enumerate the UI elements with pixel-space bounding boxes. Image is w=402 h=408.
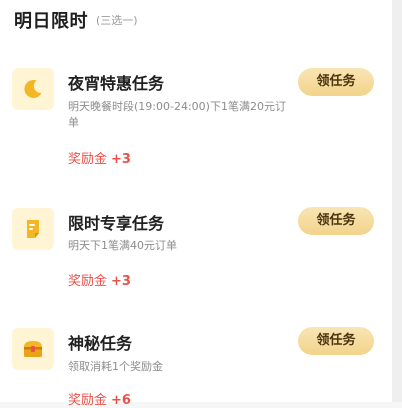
- task-description: 明天晚餐时段(19:00-24:00)下1笔满20元订单: [68, 100, 286, 129]
- reward-label: 奖励金: [68, 152, 108, 167]
- claim-task-button[interactable]: 领任务: [298, 207, 374, 235]
- side-strip: [392, 0, 402, 402]
- reward-label: 奖励金: [68, 274, 108, 289]
- section-subtitle: (三选一): [96, 14, 138, 27]
- treasure-chest-icon: [12, 328, 54, 370]
- claim-task-button[interactable]: 领任务: [298, 327, 374, 355]
- task-reward: 奖励金 +3: [68, 270, 131, 289]
- moon-icon: [12, 68, 54, 110]
- reward-amount: +6: [111, 393, 131, 408]
- task-title: 神秘任务: [68, 334, 133, 353]
- task-reward: 奖励金 +6: [68, 389, 131, 408]
- reward-label: 奖励金: [68, 393, 108, 408]
- task-reward: 奖励金 +3: [68, 148, 131, 167]
- task-title: 限时专享任务: [68, 214, 165, 233]
- task-description: 领取消耗1个奖励金: [68, 360, 163, 373]
- section-title: 明日限时: [14, 11, 88, 32]
- section-header: 明日限时 (三选一): [14, 8, 138, 32]
- reward-amount: +3: [111, 274, 131, 289]
- coupon-icon: [12, 208, 54, 250]
- limited-time-task-panel: 明日限时 (三选一) 夜宵特惠任务 明天晚餐时段(19:00-24:00)下1笔…: [0, 0, 392, 408]
- claim-task-button[interactable]: 领任务: [298, 68, 374, 96]
- task-description: 明天下1笔满40元订单: [68, 239, 177, 252]
- task-title: 夜宵特惠任务: [68, 74, 165, 93]
- reward-amount: +3: [111, 152, 131, 167]
